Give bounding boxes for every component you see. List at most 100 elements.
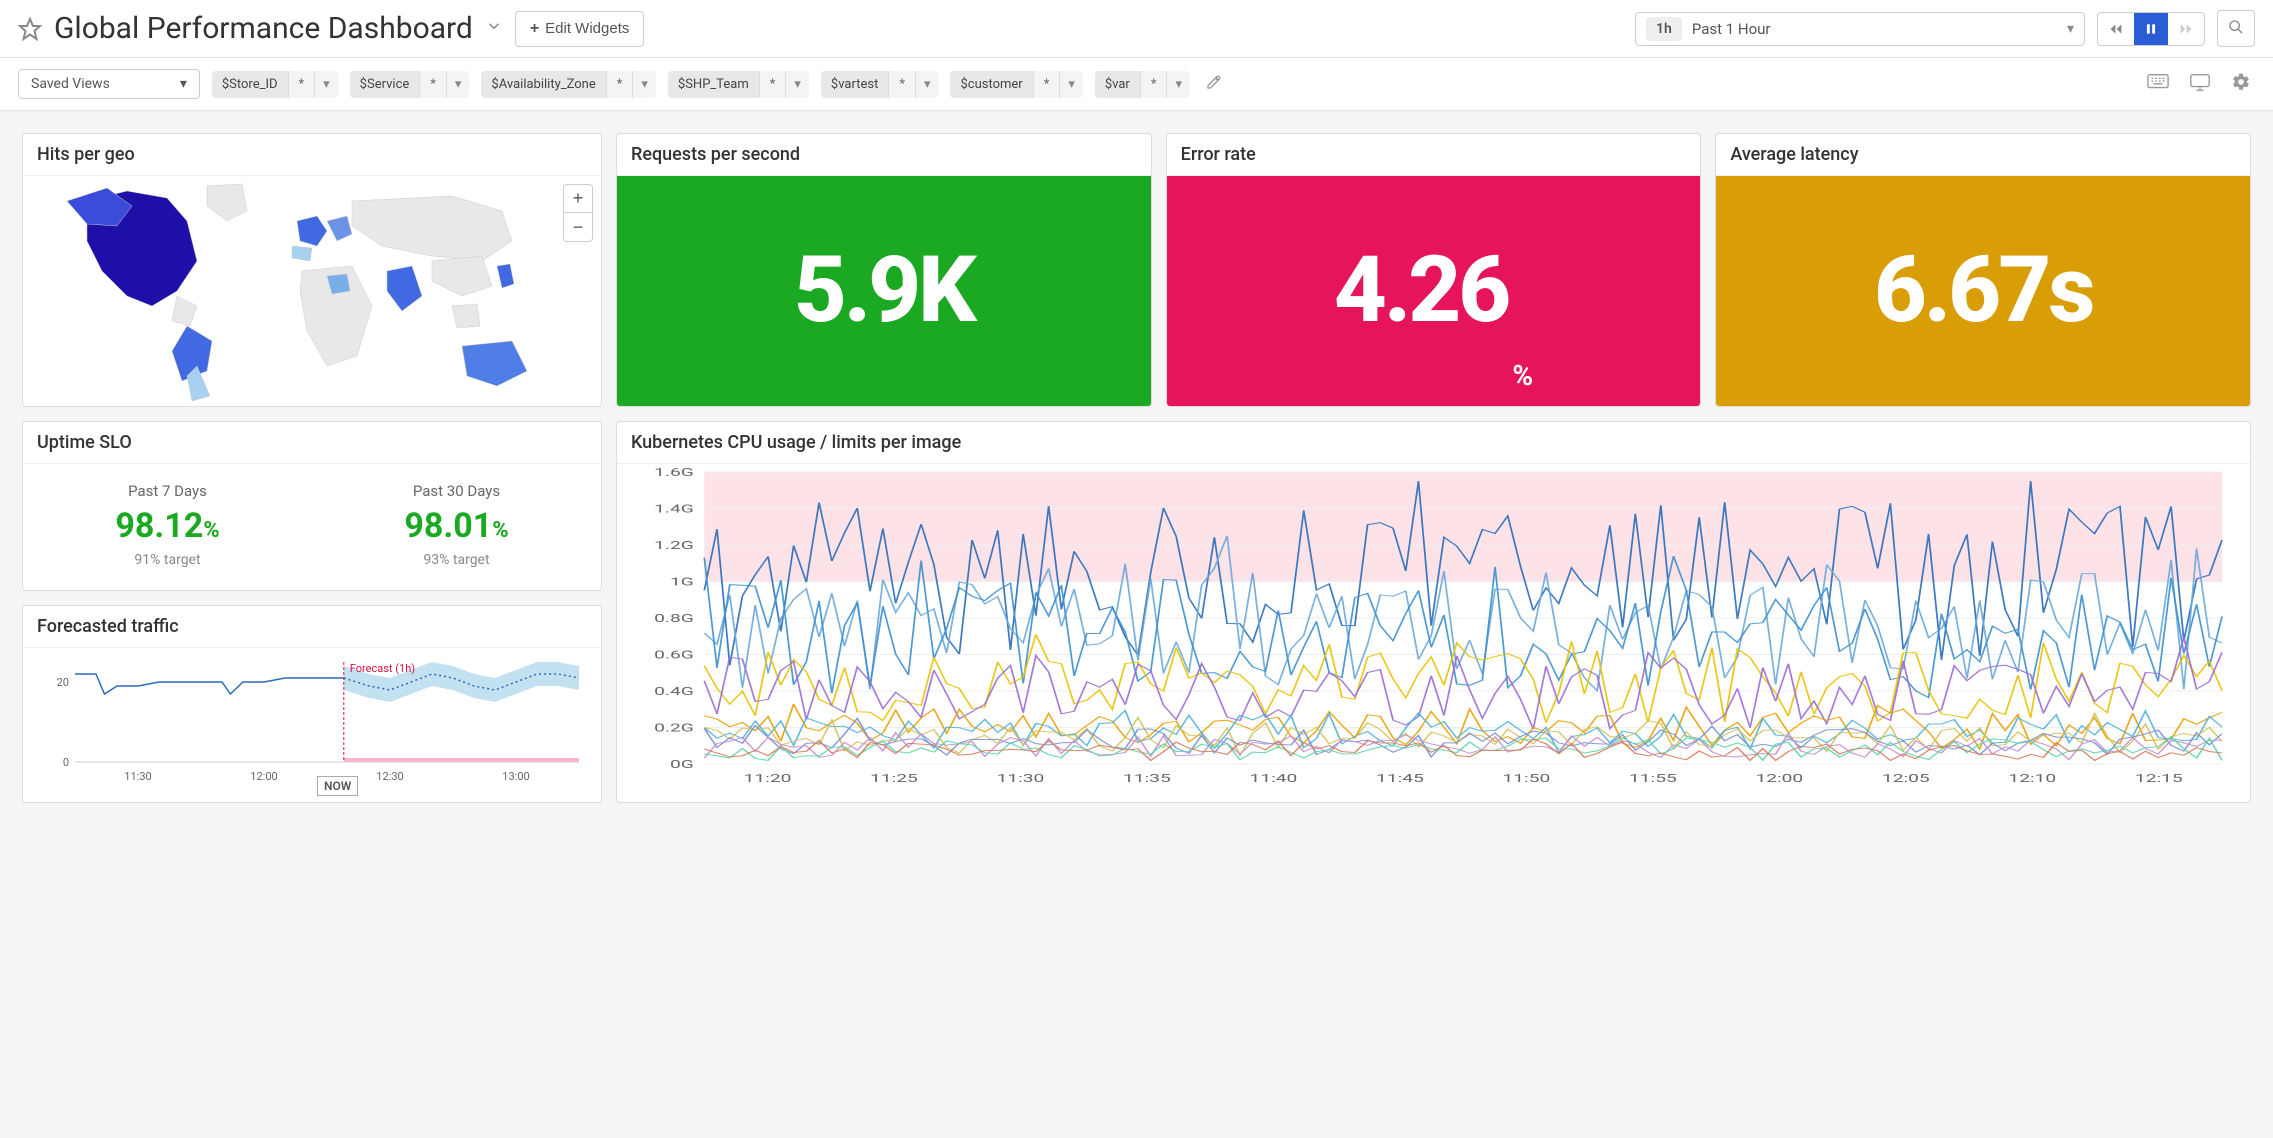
chevron-down-icon[interactable]: ▾ xyxy=(785,71,809,98)
filter-name: $var xyxy=(1095,71,1140,98)
filter-pill[interactable]: $Service*▾ xyxy=(350,71,470,98)
card-title: Hits per geo xyxy=(23,134,601,176)
svg-text:Forecast (1h): Forecast (1h) xyxy=(350,662,415,675)
filter-pill[interactable]: $Availability_Zone*▾ xyxy=(481,71,655,98)
filter-value: * xyxy=(888,71,915,98)
chevron-down-icon[interactable]: ▾ xyxy=(1059,71,1083,98)
saved-views-label: Saved Views xyxy=(31,76,110,92)
svg-text:20: 20 xyxy=(57,676,69,689)
gear-icon[interactable] xyxy=(2227,68,2255,100)
filter-pill[interactable]: $Store_ID*▾ xyxy=(212,71,338,98)
card-title: Average latency xyxy=(1716,134,2250,176)
time-pause-button[interactable] xyxy=(2134,13,2168,45)
time-range-pill: 1h xyxy=(1646,17,1682,41)
stat-row: Requests per second 5.9K Error rate 4.26… xyxy=(616,133,2251,407)
filter-name: $Availability_Zone xyxy=(481,71,605,98)
dashboard-grid: Hits per geo + − xyxy=(0,111,2273,825)
now-label: NOW xyxy=(317,776,358,796)
chevron-down-icon[interactable]: ▾ xyxy=(632,71,656,98)
svg-text:12:15: 12:15 xyxy=(2135,771,2183,784)
geo-map[interactable]: + − xyxy=(23,176,601,406)
svg-text:11:20: 11:20 xyxy=(744,771,792,784)
card-forecasted-traffic: Forecasted traffic 0 20 11:30 12:00 12:30 13:… xyxy=(22,605,602,803)
filter-value: * xyxy=(1140,71,1167,98)
filter-value: * xyxy=(419,71,446,98)
slo-target: 93% target xyxy=(423,552,489,568)
keyboard-icon[interactable] xyxy=(2143,69,2173,99)
monitor-icon[interactable] xyxy=(2185,68,2215,100)
svg-text:0.2G: 0.2G xyxy=(654,721,694,734)
card-uptime-slo: Uptime SLO Past 7 Days98.12%91% targetPa… xyxy=(22,421,602,591)
k8s-chart[interactable]: 0G0.2G0.4G0.6G0.8G1G1.2G1.4G1.6G11:2011:… xyxy=(631,468,2236,788)
svg-text:0: 0 xyxy=(63,756,69,769)
forecast-body: 0 20 11:30 12:00 12:30 13:00 Forecast (1h) NOW xyxy=(23,648,601,798)
stat-suffix: % xyxy=(1512,359,1533,392)
filter-name: $customer xyxy=(950,71,1032,98)
card-average-latency: Average latency 6.67s xyxy=(1715,133,2251,407)
svg-text:11:45: 11:45 xyxy=(1376,771,1424,784)
svg-text:12:10: 12:10 xyxy=(2008,771,2056,784)
svg-text:1.4G: 1.4G xyxy=(654,502,694,515)
time-forward-button[interactable] xyxy=(2168,13,2204,45)
filter-pill[interactable]: $vartest*▾ xyxy=(821,71,939,98)
filter-value: * xyxy=(606,71,633,98)
edit-filters-icon[interactable] xyxy=(1202,70,1226,98)
filter-pill[interactable]: $SHP_Team*▾ xyxy=(668,71,809,98)
card-error-rate: Error rate 4.26 % xyxy=(1166,133,1702,407)
svg-text:11:50: 11:50 xyxy=(1503,771,1551,784)
map-zoom-controls: + − xyxy=(563,184,593,242)
star-icon[interactable] xyxy=(18,17,42,41)
card-title: Kubernetes CPU usage / limits per image xyxy=(617,422,2250,464)
time-back-button[interactable] xyxy=(2098,13,2134,45)
svg-text:0G: 0G xyxy=(670,757,694,770)
edit-widgets-label: Edit Widgets xyxy=(545,20,629,37)
world-map-svg xyxy=(23,176,601,406)
svg-text:0.4G: 0.4G xyxy=(654,684,694,697)
time-caret-icon: ▾ xyxy=(2067,21,2074,37)
svg-text:1.2G: 1.2G xyxy=(654,538,694,551)
map-zoom-out-button[interactable]: − xyxy=(564,213,592,241)
card-hits-per-geo: Hits per geo + − xyxy=(22,133,602,407)
filter-name: $Store_ID xyxy=(212,71,288,98)
stat-value: 4.26 xyxy=(1334,245,1508,337)
saved-views-dropdown[interactable]: Saved Views ▾ xyxy=(18,69,200,99)
plus-icon: + xyxy=(530,20,539,38)
chevron-down-icon[interactable]: ▾ xyxy=(915,71,939,98)
filter-toolbar: Saved Views ▾ $Store_ID*▾$Service*▾$Avai… xyxy=(0,58,2273,111)
search-button[interactable] xyxy=(2217,10,2255,47)
k8s-body: 0G0.2G0.4G0.6G0.8G1G1.2G1.4G1.6G11:2011:… xyxy=(617,464,2250,802)
time-range-label: Past 1 Hour xyxy=(1692,20,2057,38)
time-range-picker[interactable]: 1h Past 1 Hour ▾ xyxy=(1635,12,2085,46)
time-nav-controls xyxy=(2097,12,2205,46)
chevron-down-icon[interactable]: ▾ xyxy=(314,71,338,98)
chevron-down-icon[interactable]: ▾ xyxy=(446,71,470,98)
card-title: Forecasted traffic xyxy=(23,606,601,648)
svg-text:12:05: 12:05 xyxy=(1882,771,1930,784)
chevron-down-icon[interactable]: ▾ xyxy=(1166,71,1190,98)
svg-text:0.6G: 0.6G xyxy=(654,648,694,661)
svg-text:13:00: 13:00 xyxy=(502,770,529,783)
svg-text:12:00: 12:00 xyxy=(250,770,277,783)
svg-text:11:25: 11:25 xyxy=(870,771,918,784)
svg-text:11:35: 11:35 xyxy=(1123,771,1171,784)
stat-value: 6.67s xyxy=(1874,245,2093,337)
filter-name: $SHP_Team xyxy=(668,71,759,98)
chevron-down-icon: ▾ xyxy=(180,76,187,92)
svg-text:1.6G: 1.6G xyxy=(654,468,694,479)
map-zoom-in-button[interactable]: + xyxy=(564,185,592,213)
card-title: Error rate xyxy=(1167,134,1701,176)
edit-widgets-button[interactable]: + Edit Widgets xyxy=(515,11,645,47)
svg-text:11:30: 11:30 xyxy=(124,770,151,783)
forecast-chart[interactable]: 0 20 11:30 12:00 12:30 13:00 Forecast (1h) xyxy=(35,656,589,786)
slo-value: 98.01% xyxy=(404,506,508,546)
title-chevron-icon[interactable] xyxy=(485,17,503,40)
filter-value: * xyxy=(759,71,786,98)
slo-period: Past 7 Days xyxy=(128,482,207,500)
filter-pill[interactable]: $customer*▾ xyxy=(950,71,1082,98)
filter-pill[interactable]: $var*▾ xyxy=(1095,71,1190,98)
slo-column: Past 7 Days98.12%91% target xyxy=(23,482,312,568)
svg-text:11:30: 11:30 xyxy=(997,771,1045,784)
filter-name: $vartest xyxy=(821,71,888,98)
svg-text:12:30: 12:30 xyxy=(376,770,403,783)
slo-value: 98.12% xyxy=(115,506,219,546)
